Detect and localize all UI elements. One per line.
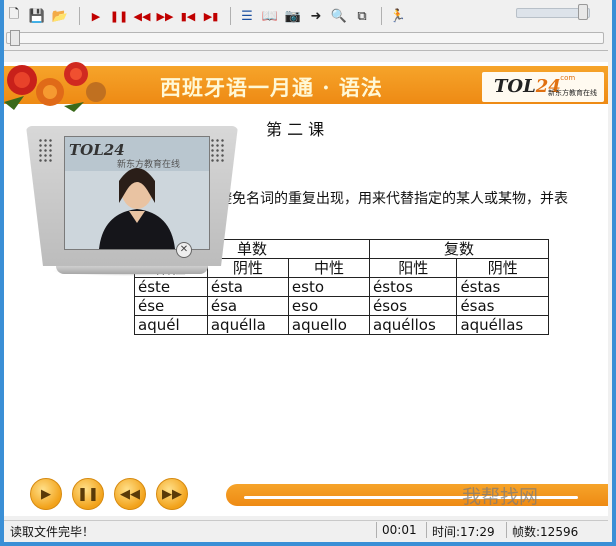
clock-time: 时间:17:29	[432, 525, 495, 539]
table-cell: eso	[287, 296, 371, 316]
pause-icon[interactable]: ❚❚	[109, 6, 129, 26]
lesson-content: 西班牙语一月通 · 语法 TOL24 .com 新东方教育在线 第 二 课 避免…	[4, 62, 608, 516]
crop-icon[interactable]: ⧉	[352, 6, 372, 26]
tv-stand	[56, 266, 208, 274]
video-window[interactable]: TOL24 新东方教育在线 ✕	[26, 126, 238, 306]
roses-decoration	[4, 62, 106, 112]
course-title: 西班牙语一月通 · 语法	[160, 75, 383, 100]
table-cell: éstos	[368, 277, 458, 297]
logo-subtitle: 新东方教育在线	[548, 89, 597, 97]
export-icon[interactable]: ➜	[306, 6, 326, 26]
tol24-logo: TOL24 .com 新东方教育在线	[482, 72, 604, 102]
elapsed-time: 00:01	[382, 523, 417, 537]
toolbar-separator	[381, 7, 382, 25]
status-message: 读取文件完毕！	[10, 525, 95, 539]
status-divider	[376, 522, 377, 538]
progress-panel	[226, 484, 608, 506]
speaker-grill-right	[210, 138, 226, 164]
rewind-button[interactable]: ◀◀	[114, 478, 146, 510]
pause-button[interactable]: ❚❚	[72, 478, 104, 510]
frame-count: 帧数:12596	[512, 525, 579, 539]
toolbar-separator	[79, 7, 80, 25]
fast-forward-button[interactable]: ▶▶	[156, 478, 188, 510]
table-cell: aquélla	[206, 315, 289, 335]
subheader-cell: 中性	[287, 258, 371, 278]
table-cell: esto	[287, 277, 371, 297]
watermark: 我帮找网	[462, 486, 539, 508]
volume-slider-handle[interactable]	[578, 4, 588, 20]
lesson-paragraph: 避免名词的重复出现，用来代替指定的某人或某物，并表	[218, 191, 568, 207]
status-divider	[506, 522, 507, 538]
table-cell: aquél	[134, 315, 208, 335]
divider	[4, 50, 608, 51]
fast-forward-icon[interactable]: ▶▶	[155, 6, 175, 26]
speaker-grill-left	[38, 138, 54, 164]
new-file-icon[interactable]: 🗋	[4, 6, 24, 26]
lesson-heading: 第 二 课	[266, 120, 325, 139]
table-cell: ésos	[368, 296, 458, 316]
play-icon[interactable]: ▶	[86, 6, 106, 26]
close-icon[interactable]: ✕	[176, 242, 192, 258]
rewind-icon[interactable]: ◀◀	[132, 6, 152, 26]
status-bar: 读取文件完毕！ 00:01 时间:17:29 帧数:12596	[4, 520, 608, 539]
subheader-cell: 阴性	[456, 258, 549, 278]
course-banner: 西班牙语一月通 · 语法 TOL24 .com 新东方教育在线	[4, 62, 608, 112]
video-screen: TOL24 新东方教育在线	[64, 136, 210, 250]
notes-icon[interactable]: ☰	[237, 6, 257, 26]
skip-start-icon[interactable]: ▮◀	[178, 6, 198, 26]
open-folder-icon[interactable]: 📂	[50, 6, 70, 26]
group-header-plural: 复数	[369, 239, 549, 259]
book-icon[interactable]: 📖	[260, 6, 280, 26]
logo-domain: .com	[558, 74, 576, 82]
table-cell: aquéllos	[368, 315, 458, 335]
table-cell: aquello	[287, 315, 371, 335]
table-cell: ésas	[456, 296, 549, 316]
status-divider	[426, 522, 427, 538]
toolbar-separator	[230, 7, 231, 25]
subheader-cell: 阳性	[368, 258, 458, 278]
runner-icon[interactable]: 🏃	[388, 6, 408, 26]
skip-end-icon[interactable]: ▶▮	[201, 6, 221, 26]
play-button[interactable]: ▶	[30, 478, 62, 510]
table-row: aquél aquélla aquello aquéllos aquéllas	[134, 315, 549, 335]
search-icon[interactable]: 🔍	[329, 6, 349, 26]
table-cell: aquéllas	[456, 315, 549, 335]
seek-bar-handle[interactable]	[10, 30, 20, 46]
logo-text: TOL	[494, 76, 536, 97]
save-icon[interactable]: 💾	[27, 6, 47, 26]
table-cell: éstas	[456, 277, 549, 297]
camera-icon[interactable]: 📷	[283, 6, 303, 26]
video-caption: 新东方教育在线	[117, 160, 181, 170]
seek-bar[interactable]	[6, 32, 604, 44]
